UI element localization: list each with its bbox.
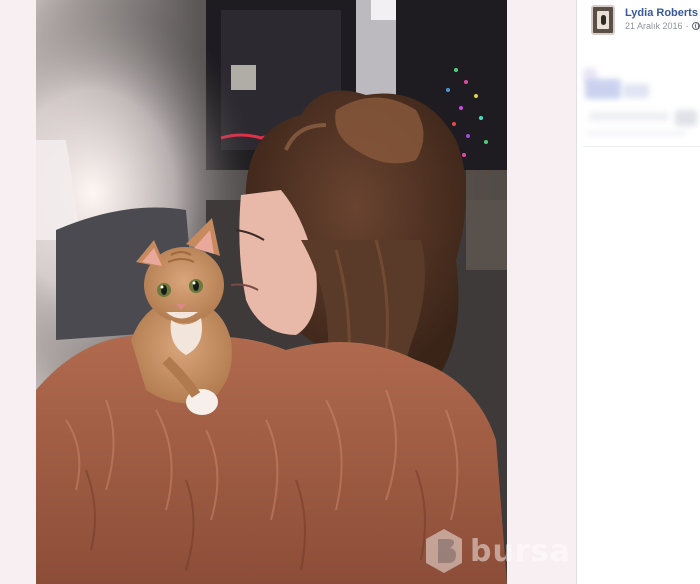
author-name-link[interactable]: Lydia Roberts: [625, 7, 700, 20]
blurred-content: [675, 110, 697, 126]
watermark: bursa: [424, 526, 571, 576]
blurred-content: [589, 112, 669, 121]
photo-image: [36, 0, 507, 584]
divider: [583, 146, 700, 147]
globe-icon[interactable]: [691, 22, 700, 30]
post-header: Lydia Roberts 21 Aralık 2016 ·: [591, 5, 700, 35]
blurred-content: [585, 79, 621, 99]
date-line: 21 Aralık 2016 ·: [625, 20, 700, 32]
watermark-logo-icon: [426, 529, 462, 573]
avatar[interactable]: [591, 5, 615, 35]
blurred-content: [623, 84, 649, 98]
post-date-link[interactable]: 21 Aralık 2016: [625, 20, 683, 32]
watermark-text: bursa: [470, 533, 571, 569]
post-meta: Lydia Roberts 21 Aralık 2016 ·: [625, 7, 700, 32]
post-photo[interactable]: [36, 0, 507, 584]
photo-viewer: bursa: [0, 0, 576, 584]
blurred-content: [587, 130, 687, 136]
post-info-panel: Lydia Roberts 21 Aralık 2016 ·: [576, 0, 700, 584]
separator: ·: [685, 21, 689, 31]
